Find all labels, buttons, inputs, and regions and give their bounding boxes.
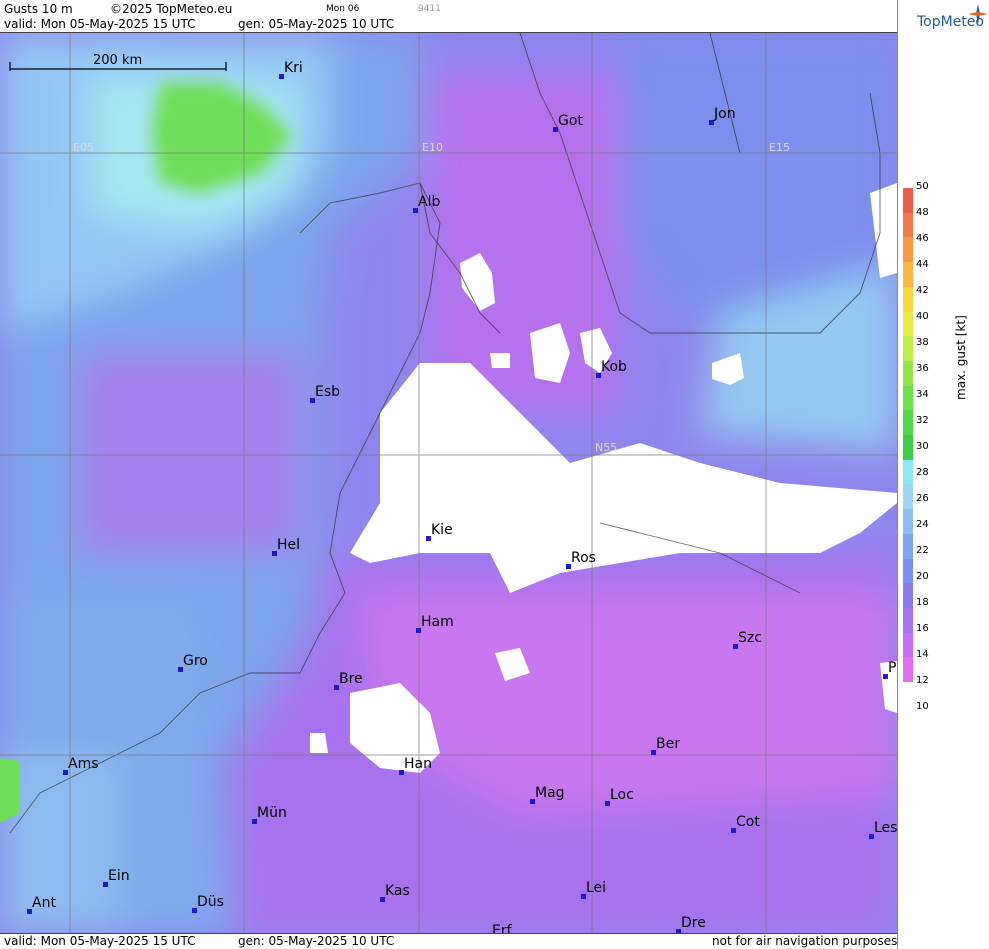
legend-swatch — [903, 558, 913, 584]
legend-swatch — [903, 484, 913, 510]
grid-label-e05: E05 — [73, 141, 94, 154]
legend-swatch — [903, 410, 913, 436]
legend-tick-label: 42 — [916, 285, 929, 296]
legend-swatch — [903, 385, 913, 411]
legend-color-bar — [903, 188, 913, 683]
legend-tick-label: 46 — [916, 233, 929, 244]
legend-swatch — [903, 583, 913, 609]
grid-label-n55: N55 — [595, 441, 618, 454]
legend-tick-label: 32 — [916, 415, 929, 426]
legend-swatch — [903, 657, 913, 683]
footer-valid-time: valid: Mon 05-May-2025 15 UTC — [4, 934, 196, 948]
legend-swatch — [903, 237, 913, 263]
legend-tick-label: 10 — [916, 701, 929, 712]
generation-time: gen: 05-May-2025 10 UTC — [238, 17, 395, 31]
legend-swatch — [903, 188, 913, 214]
legend-tick-label: 50 — [916, 181, 929, 192]
legend-swatch — [903, 286, 913, 312]
legend-swatch — [903, 336, 913, 362]
legend-tick-label: 22 — [916, 545, 929, 556]
compass-star-icon — [968, 4, 988, 24]
legend-tick-label: 24 — [916, 519, 929, 530]
grid-label-e15: E15 — [769, 141, 790, 154]
copyright: ©2025 TopMeteo.eu — [110, 2, 233, 16]
color-legend: TopMeteo 50 48 46 44 42 40 38 36 34 32 30 28 26 24 22 2… — [897, 0, 989, 949]
legend-tick-label: 48 — [916, 207, 929, 218]
legend-tick-label: 20 — [916, 571, 929, 582]
legend-tick-label: 40 — [916, 311, 929, 322]
legend-tick-label: 30 — [916, 441, 929, 452]
legend-swatch — [903, 262, 913, 288]
legend-swatch — [903, 632, 913, 658]
legend-tick-label: 36 — [916, 363, 929, 374]
legend-tick-label: 14 — [916, 649, 929, 660]
legend-tick-label: 28 — [916, 467, 929, 478]
scale-bar-label: 200 km — [93, 53, 143, 68]
legend-swatch — [903, 459, 913, 485]
valid-time: valid: Mon 05-May-2025 15 UTC — [4, 17, 196, 31]
product-title: Gusts 10 m — [4, 2, 73, 16]
gust-map[interactable]: 200 km E05 E10 E15 N55 Kri Got Jon Alb K… — [0, 32, 897, 934]
run-code: 9411 — [418, 4, 441, 14]
legend-swatch — [903, 509, 913, 535]
grid-label-e10: E10 — [422, 141, 443, 154]
legend-tick-label: 26 — [916, 493, 929, 504]
disclaimer: not for air navigation purposes — [712, 934, 898, 948]
legend-swatch — [903, 607, 913, 634]
legend-tick-label: 16 — [916, 623, 929, 634]
legend-tick-label: 18 — [916, 597, 929, 608]
legend-tick-label: 38 — [916, 337, 929, 348]
footer-generation-time: gen: 05-May-2025 10 UTC — [238, 934, 395, 948]
legend-swatch — [903, 311, 913, 337]
legend-tick-label: 44 — [916, 259, 929, 270]
legend-tick-label: 34 — [916, 389, 929, 400]
legend-swatch — [903, 435, 913, 461]
forecast-day: Mon 06 — [326, 4, 360, 14]
map-header: Gusts 10 m ©2025 TopMeteo.eu Mon 06 9411… — [0, 0, 897, 32]
gust-field — [0, 33, 897, 933]
legend-swatch — [903, 212, 913, 238]
legend-title: max. gust [kt] — [954, 315, 968, 400]
legend-swatch — [903, 533, 913, 559]
map-footer: valid: Mon 05-May-2025 15 UTC gen: 05-Ma… — [0, 934, 897, 949]
legend-tick-label: 12 — [916, 675, 929, 686]
legend-swatch — [903, 360, 913, 387]
